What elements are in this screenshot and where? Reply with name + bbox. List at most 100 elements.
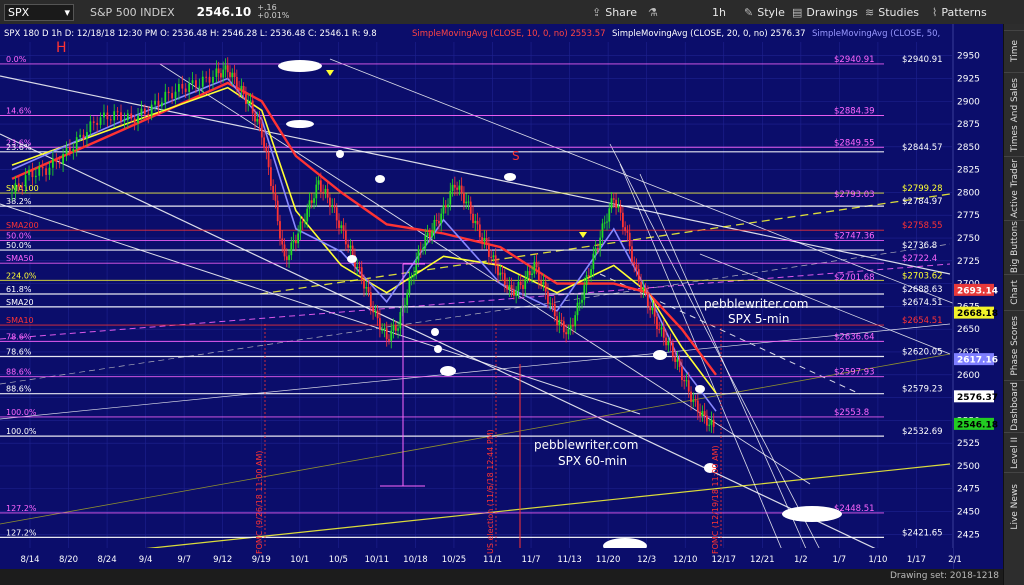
interval-selector[interactable]: 1h xyxy=(712,0,726,24)
price-candle xyxy=(356,266,359,268)
level-price-label: $2940.91 xyxy=(902,55,943,65)
price-candle xyxy=(378,318,381,330)
price-candle xyxy=(394,325,397,331)
price-candle xyxy=(671,342,674,357)
price-candle xyxy=(419,249,422,251)
price-candle xyxy=(460,185,463,193)
sidebar-tab-times-and-sales[interactable]: Times And Sales xyxy=(1004,72,1024,156)
price-candle xyxy=(667,341,670,346)
price-candle xyxy=(205,76,208,78)
price-candle xyxy=(231,72,234,78)
level-price-label: $2654.51 xyxy=(902,316,943,326)
price-candle xyxy=(251,100,254,114)
time-tick-label: 10/25 xyxy=(442,555,467,565)
level-label: 88.6% xyxy=(6,368,32,377)
price-candle xyxy=(360,267,363,280)
price-candle xyxy=(456,187,459,190)
price-candle xyxy=(171,93,174,99)
price-candle xyxy=(406,293,409,306)
level-price-label: $2940.91 xyxy=(834,55,875,65)
price-candle xyxy=(481,237,483,242)
level-label: 14.6% xyxy=(6,106,32,115)
pivot-marker xyxy=(336,150,344,158)
time-tick-label: 2/1 xyxy=(948,555,962,565)
sidebar-tab-phase-scores[interactable]: Phase Scores xyxy=(1004,310,1024,380)
price-candle xyxy=(247,101,250,104)
price-candle xyxy=(317,180,320,185)
symbol-selector[interactable]: SPX ▾ xyxy=(4,3,74,21)
price-candle xyxy=(191,80,194,84)
price-candle xyxy=(447,204,449,208)
price-candle xyxy=(415,260,418,275)
price-candle xyxy=(660,327,663,330)
price-tick-label: 2525 xyxy=(957,439,980,449)
h-marker-label: H xyxy=(56,40,67,56)
studies-button[interactable]: ≋ Studies xyxy=(865,0,919,24)
price-candle xyxy=(685,380,688,382)
price-candle xyxy=(160,102,163,107)
sidebar-tab-active-trader[interactable]: Active Trader xyxy=(1004,156,1024,220)
price-candle xyxy=(62,153,64,165)
price-candle xyxy=(120,112,122,122)
level-label: 127.2% xyxy=(6,528,37,537)
level-price-label: $2799.28 xyxy=(902,184,943,194)
price-candle xyxy=(463,192,465,204)
s-marker-label: S xyxy=(512,149,520,163)
price-candle xyxy=(294,240,297,244)
sidebar-tab-time[interactable]: Time xyxy=(1004,30,1024,72)
price-candle xyxy=(267,151,270,168)
price-candle xyxy=(483,237,486,242)
level-price-label: $2688.63 xyxy=(902,285,943,295)
price-tick-label: 2725 xyxy=(957,257,980,267)
price-candle xyxy=(184,88,187,92)
price-candle xyxy=(444,205,447,208)
time-tick-label: 8/14 xyxy=(20,555,39,565)
pivot-marker xyxy=(434,345,442,353)
time-tick-label: 9/7 xyxy=(177,555,191,565)
time-axis[interactable]: 8/14 8/20 8/24 9/4 9/7 9/12 9/19 10/1 10/5 10/11 1… xyxy=(0,548,962,569)
sidebar-tab-live-news[interactable]: Live News xyxy=(1004,472,1024,540)
price-candle xyxy=(292,240,295,243)
patterns-button[interactable]: ⌇ Patterns xyxy=(932,0,987,24)
sidebar-tab-level-ii[interactable]: Level II xyxy=(1004,432,1024,472)
price-candle xyxy=(126,113,129,121)
time-tick-label: 1/10 xyxy=(868,555,887,565)
price-candle xyxy=(116,111,119,113)
price-candle xyxy=(399,312,402,329)
price-candle xyxy=(433,219,436,231)
price-badge-label: 2576.37 xyxy=(957,393,998,403)
price-candle xyxy=(585,275,588,286)
price-candle xyxy=(164,91,167,103)
price-tick-label: 2425 xyxy=(957,530,980,540)
flask-button[interactable]: ⚗ xyxy=(648,0,662,24)
drawings-button[interactable]: ▤ Drawings xyxy=(792,0,858,24)
sidebar-tab-chart[interactable]: Chart xyxy=(1004,274,1024,310)
sidebar-tab-dashboard[interactable]: Dashboard xyxy=(1004,380,1024,432)
price-candle xyxy=(358,266,361,268)
level-price-label: $2703.62 xyxy=(902,271,943,281)
price-candle xyxy=(681,366,683,380)
price-candle xyxy=(310,200,313,203)
price-candle xyxy=(388,339,390,341)
price-candle xyxy=(381,329,384,331)
price-candle xyxy=(319,180,322,192)
price-candle xyxy=(374,310,377,313)
time-tick-label: 9/4 xyxy=(139,555,153,565)
style-icon: ✎ xyxy=(744,5,754,19)
price-candle xyxy=(503,273,506,285)
price-candle xyxy=(540,280,543,285)
sidebar-tab-big-buttons[interactable]: Big Buttons xyxy=(1004,220,1024,274)
price-chart[interactable]: 0.0%14.6%23.6%23.6%SMA10038.2%SMA20050.0… xyxy=(0,24,1003,569)
price-axis[interactable]: 2425245024752500252525502575260026252650… xyxy=(952,24,1003,569)
sidebar-tab-label: Time xyxy=(1009,40,1020,63)
svg-text:pebblewriter.com: pebblewriter.com xyxy=(704,297,808,311)
style-button[interactable]: ✎ Style xyxy=(744,0,785,24)
level-price-label: $2597.93 xyxy=(834,368,875,378)
price-candle xyxy=(619,205,622,213)
price-candle xyxy=(449,190,452,205)
price-candle xyxy=(572,325,574,327)
svg-text:SPX 5-min: SPX 5-min xyxy=(728,312,789,326)
time-tick-label: 12/10 xyxy=(673,555,698,565)
share-button[interactable]: ⇪ Share xyxy=(592,0,637,24)
price-candle xyxy=(167,91,170,94)
